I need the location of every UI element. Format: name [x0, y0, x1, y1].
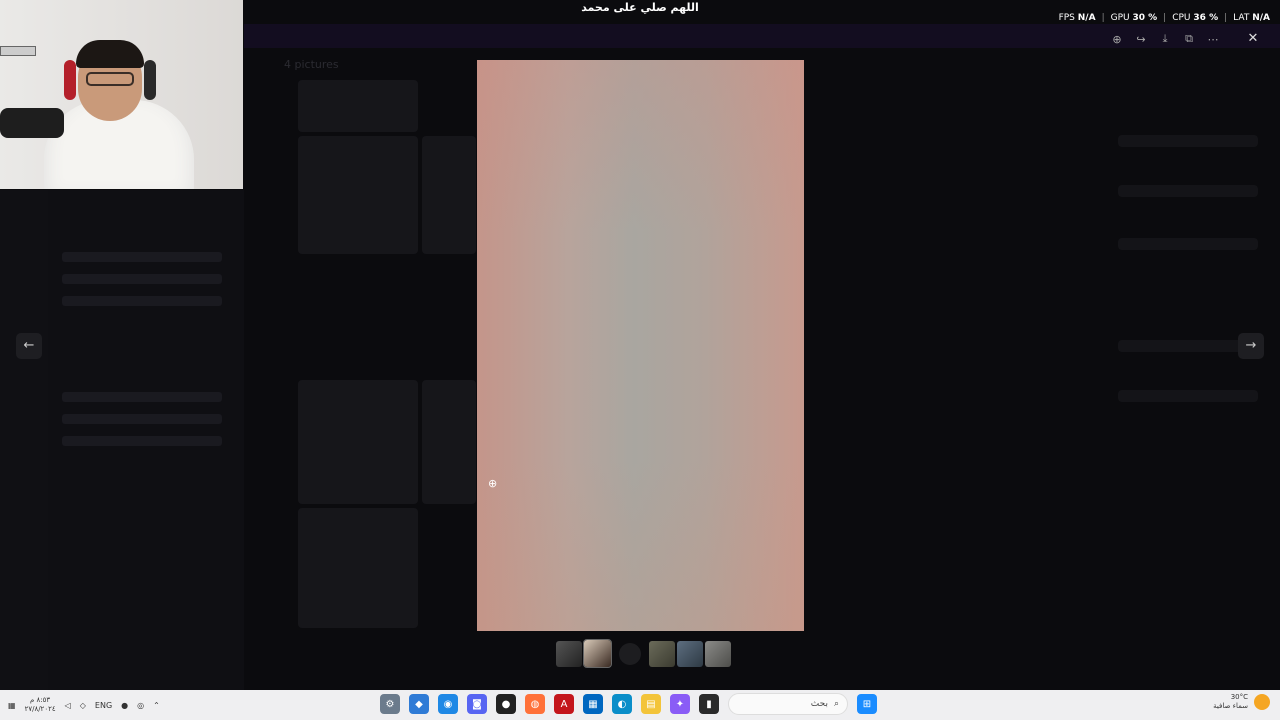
stat-cpu: CPU 36 %: [1172, 13, 1219, 23]
edge-copilot-app-icon[interactable]: ◉: [438, 694, 458, 714]
weather-widget[interactable]: 30°C سماء صافية: [1213, 693, 1270, 711]
channel-item: [62, 296, 222, 306]
search-icon: ⌕: [833, 699, 839, 709]
member-list: [1110, 60, 1270, 660]
thumbnail[interactable]: [705, 640, 731, 667]
stat-fps: FPS N/A: [1058, 13, 1096, 23]
explorer-app-icon[interactable]: ▤: [641, 694, 661, 714]
vpn-icon[interactable]: ◎: [137, 701, 144, 710]
taskbar-apps: ⚙ ◆ ◉ ◙ ● ◍ A ▦ ◐ ▤ ✦ ▮ بحث ⌕ ⊞: [380, 693, 877, 715]
stat-lat: LAT N/A: [1233, 13, 1270, 23]
stat-gpu: GPU 30 %: [1110, 13, 1158, 23]
taskbar-search[interactable]: بحث ⌕: [728, 693, 848, 715]
channel-item: [62, 392, 222, 402]
next-image-button[interactable]: →: [1238, 333, 1264, 359]
terminal-app-icon[interactable]: ▮: [699, 694, 719, 714]
firefox-app-icon[interactable]: ◍: [525, 694, 545, 714]
channel-header: 4 pictures: [284, 58, 339, 71]
magnifier-cursor-icon: ⊕: [488, 477, 498, 490]
sun-icon: [1254, 694, 1270, 710]
zoom-icon[interactable]: ⊕: [1108, 30, 1126, 48]
edge-app-icon[interactable]: ◐: [612, 694, 632, 714]
lightbox-toolbar: ⊕ ↪ ⤓ ⧉ ⋯: [1108, 30, 1222, 48]
performance-stats: FPS N/A | GPU 30 % | CPU 36 % | LAT N/A: [1058, 13, 1270, 23]
discord-app-icon[interactable]: ◙: [467, 694, 487, 714]
acrobat-app-icon[interactable]: A: [554, 694, 574, 714]
lightbox-image[interactable]: [477, 60, 804, 631]
channel-item: [62, 436, 222, 446]
webcam-overlay: [0, 0, 243, 189]
forward-icon[interactable]: ↪: [1132, 30, 1150, 48]
channel-item: [62, 414, 222, 424]
start-button-icon[interactable]: ⊞: [857, 694, 877, 714]
thumbnail-strip: [556, 639, 731, 668]
open-external-icon[interactable]: ⧉: [1180, 30, 1198, 48]
microphone-icon[interactable]: ●: [121, 701, 128, 710]
thumbnail[interactable]: [619, 642, 641, 665]
chevron-up-icon[interactable]: ⌃: [153, 701, 160, 710]
system-tray: ▦ ٨:٥٣ م ٢٧/٨/٢٠٢٤ ◁ ◇ ENG ● ◎ ⌃: [8, 690, 160, 720]
copilot-app-icon[interactable]: ✦: [670, 694, 690, 714]
taskbar: ▦ ٨:٥٣ م ٢٧/٨/٢٠٢٤ ◁ ◇ ENG ● ◎ ⌃ ⚙ ◆ ◉ ◙…: [0, 690, 1280, 720]
store-app-icon[interactable]: ▦: [583, 694, 603, 714]
defender-app-icon[interactable]: ◆: [409, 694, 429, 714]
thumbnail[interactable]: [649, 640, 675, 667]
wifi-icon[interactable]: ◇: [80, 701, 86, 710]
close-icon[interactable]: ✕: [1244, 30, 1262, 48]
language-indicator[interactable]: ENG: [95, 701, 112, 710]
obs-app-icon[interactable]: ●: [496, 694, 516, 714]
network-icon[interactable]: ▦: [8, 701, 16, 710]
weather-temp: 30°C: [1230, 693, 1248, 701]
thumbnail[interactable]: [556, 640, 582, 667]
picture-grid: [298, 80, 476, 630]
weather-desc: سماء صافية: [1213, 702, 1248, 710]
previous-image-button[interactable]: ←: [16, 333, 42, 359]
channel-item: [62, 274, 222, 284]
search-placeholder: بحث: [810, 699, 828, 709]
channel-item: [62, 252, 222, 262]
more-icon[interactable]: ⋯: [1204, 30, 1222, 48]
server-rail: [0, 190, 48, 690]
volume-icon[interactable]: ◁: [65, 701, 71, 710]
download-icon[interactable]: ⤓: [1156, 30, 1174, 48]
thumbnail[interactable]: [677, 640, 703, 667]
settings-app-icon[interactable]: ⚙: [380, 694, 400, 714]
thumbnail-active[interactable]: [583, 639, 612, 668]
clock[interactable]: ٨:٥٣ م ٢٧/٨/٢٠٢٤: [25, 696, 56, 714]
